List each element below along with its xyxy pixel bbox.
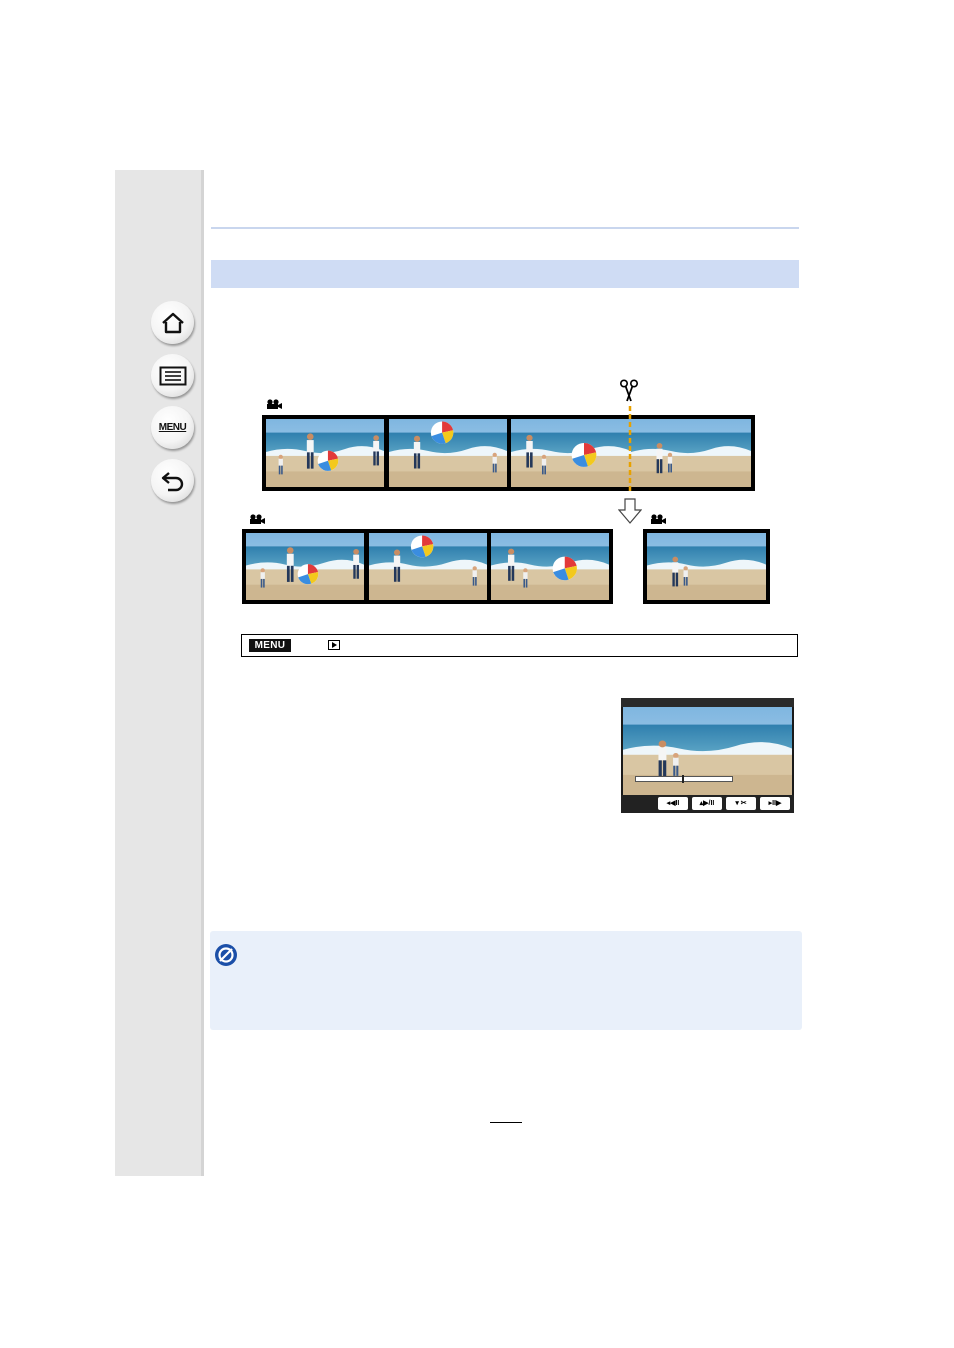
page-number-rule <box>490 1122 522 1123</box>
divide-control[interactable]: ▾ ✂ <box>726 797 756 810</box>
home-icon <box>161 312 184 333</box>
split-frame-2 <box>369 533 487 600</box>
not-available-icon <box>215 944 237 966</box>
menu-button[interactable]: MENU <box>151 406 194 449</box>
rewind-control[interactable]: ◂◀II <box>658 797 688 810</box>
side-band-edge <box>201 170 204 1176</box>
contents-button[interactable] <box>151 354 194 397</box>
return-button[interactable] <box>151 459 194 502</box>
menu-badge: MENU <box>249 639 291 652</box>
not-available-note <box>210 931 802 1030</box>
forward-control[interactable]: ▸II▶ <box>760 797 790 810</box>
progress-position-marker <box>682 775 684 783</box>
scissors-icon <box>619 379 639 402</box>
motion-picture-icon <box>250 514 265 524</box>
split-point-line <box>628 406 632 491</box>
motion-picture-icon <box>267 399 282 409</box>
movie-frame-2 <box>389 419 507 487</box>
motion-picture-icon <box>651 514 666 524</box>
movie-frame-1 <box>266 419 384 487</box>
split-frame-3 <box>491 533 609 600</box>
split-frame-1 <box>246 533 364 600</box>
camera-screen: ◂◀II ▴▶/II ▾ ✂ ▸II▶ <box>621 698 794 813</box>
menu-path-box: MENU <box>241 634 798 657</box>
down-arrow-icon <box>618 498 642 524</box>
playback-icon <box>328 640 340 650</box>
screen-top-bar <box>621 698 794 707</box>
return-icon <box>161 471 183 491</box>
header-rule <box>211 227 799 229</box>
split-frame-4 <box>647 533 766 600</box>
home-button[interactable] <box>151 301 194 344</box>
play-pause-control[interactable]: ▴▶/II <box>692 797 722 810</box>
menu-button-label: MENU <box>158 422 187 433</box>
playback-progress-bar[interactable] <box>635 775 733 783</box>
section-heading-bar <box>211 260 799 288</box>
contents-list-icon <box>159 366 186 385</box>
